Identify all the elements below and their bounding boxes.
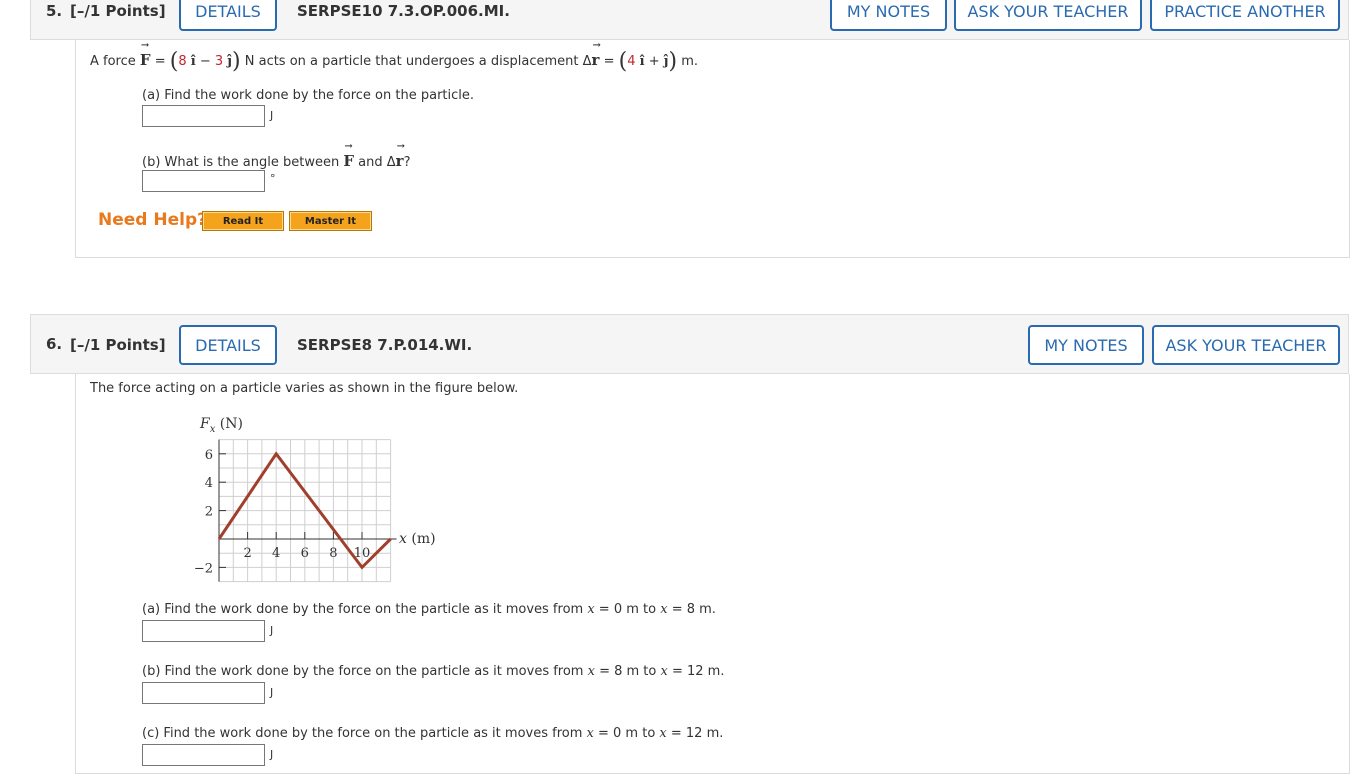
details-button[interactable]: DETAILS — [179, 325, 277, 365]
displacement-vector: r — [592, 40, 601, 69]
answer-input-a[interactable] — [142, 620, 265, 642]
unit-label: J — [270, 686, 274, 699]
y-axis-label: Fx (N) — [199, 416, 243, 435]
paren-open: ( — [618, 49, 628, 74]
x-tick-label: 8 — [329, 546, 337, 561]
prompt-text: = 12 m. — [666, 726, 724, 741]
variable-x: x — [586, 726, 594, 741]
question-points: [–/1 Points] — [70, 336, 166, 354]
x-axis-label: x (m) — [399, 531, 436, 547]
x-tick-label: 6 — [301, 546, 309, 561]
degree-unit-label: ° — [270, 172, 276, 185]
stem-text: m. — [677, 54, 699, 69]
equals: = — [150, 54, 170, 69]
answer-input-b[interactable] — [142, 170, 265, 192]
question-intro: The force acting on a particle varies as… — [90, 381, 519, 396]
paren-close: ) — [668, 49, 678, 74]
equals: = — [599, 54, 619, 69]
displacement-vector: r — [396, 141, 405, 170]
part-prompt: (a) Find the work done by the force on t… — [142, 602, 716, 617]
part-prompt: (b) Find the work done by the force on t… — [142, 664, 724, 679]
question-5-header: 5. [–/1 Points] DETAILS SERPSE10 7.3.OP.… — [30, 0, 1349, 40]
variable-x: x — [660, 602, 668, 617]
prompt-text: = 0 m to — [593, 726, 660, 741]
question-6-body: The force acting on a particle varies as… — [75, 374, 1350, 774]
variable-x: x — [660, 664, 668, 679]
prompt-text: (c) Find the work done by the force on t… — [142, 726, 587, 741]
question-code: SERPSE8 7.P.014.WI. — [297, 336, 473, 354]
minus: − — [195, 54, 215, 69]
my-notes-button[interactable]: MY NOTES — [1028, 325, 1144, 365]
answer-input-c[interactable] — [142, 744, 265, 766]
stem-text: A force — [90, 54, 140, 69]
variable-x: x — [587, 664, 595, 679]
x-tick-label: 2 — [243, 546, 251, 561]
y-tick-label: 2 — [205, 505, 213, 520]
question-5-body: A force F = (8 î − 3 ĵ) N acts on a part… — [75, 40, 1350, 258]
question-points: [–/1 Points] — [70, 2, 166, 20]
force-vector: F — [343, 141, 354, 170]
force-y-value: 3 — [214, 54, 224, 69]
prompt-text: = 12 m. — [667, 664, 725, 679]
part-prompt: (c) Find the work done by the force on t… — [142, 726, 723, 741]
prompt-text: = 0 m to — [594, 602, 661, 617]
paren-close: ) — [232, 49, 241, 74]
part-b-prompt: (b) What is the angle between F and Δr? — [142, 141, 411, 170]
stem-text: N acts on a particle that undergoes a di… — [240, 54, 583, 69]
question-mark: ? — [403, 155, 411, 170]
unit-label: J — [270, 748, 274, 761]
question-stem: A force F = (8 î − 3 ĵ) N acts on a part… — [90, 40, 699, 74]
chart-ticks: 2 4 6 8 10642−2 — [194, 448, 370, 577]
question-number: 5. — [46, 2, 63, 20]
unit-label: J — [270, 109, 274, 122]
ask-your-teacher-button[interactable]: ASK YOUR TEACHER — [1152, 325, 1340, 365]
part-a-prompt: (a) Find the work done by the force on t… — [142, 88, 475, 103]
y-tick-label: −2 — [194, 561, 213, 576]
prompt-text: = 8 m. — [667, 602, 716, 617]
read-it-button[interactable]: Read It — [202, 211, 284, 231]
answer-input-a[interactable] — [142, 105, 265, 127]
y-tick-label: 4 — [205, 476, 213, 491]
force-vector: F — [140, 40, 151, 69]
variable-x: x — [587, 602, 595, 617]
delta: Δ — [582, 54, 592, 69]
prompt-text: (a) Find the work done by the force on t… — [142, 602, 588, 617]
details-button[interactable]: DETAILS — [179, 0, 277, 31]
my-notes-button[interactable]: MY NOTES — [830, 0, 947, 31]
practice-another-button[interactable]: PRACTICE ANOTHER — [1150, 0, 1340, 31]
prompt-text: and — [354, 155, 387, 170]
need-help-label: Need Help? — [98, 210, 207, 230]
force-x-value: 8 — [178, 54, 187, 69]
master-it-button[interactable]: Master It — [289, 211, 372, 231]
answer-input-b[interactable] — [142, 682, 265, 704]
ask-your-teacher-button[interactable]: ASK YOUR TEACHER — [954, 0, 1142, 31]
question-number: 6. — [46, 335, 63, 353]
prompt-text: (b) Find the work done by the force on t… — [142, 664, 588, 679]
x-tick-label: 4 — [272, 546, 280, 561]
displacement-x-value: 4 — [627, 54, 636, 69]
prompt-text: (b) What is the angle between — [142, 155, 344, 170]
y-tick-label: 6 — [205, 448, 213, 463]
prompt-text: = 8 m to — [594, 664, 661, 679]
question-6-header: 6. [–/1 Points] DETAILS SERPSE8 7.P.014.… — [30, 314, 1349, 374]
force-position-graph: 2 4 6 8 10642−2 Fx (N) x (m) — [194, 416, 436, 583]
variable-x: x — [659, 726, 667, 741]
plus: + — [644, 54, 664, 69]
unit-label: J — [270, 624, 274, 637]
delta: Δ — [386, 155, 396, 170]
question-code: SERPSE10 7.3.OP.006.MI. — [297, 2, 510, 20]
